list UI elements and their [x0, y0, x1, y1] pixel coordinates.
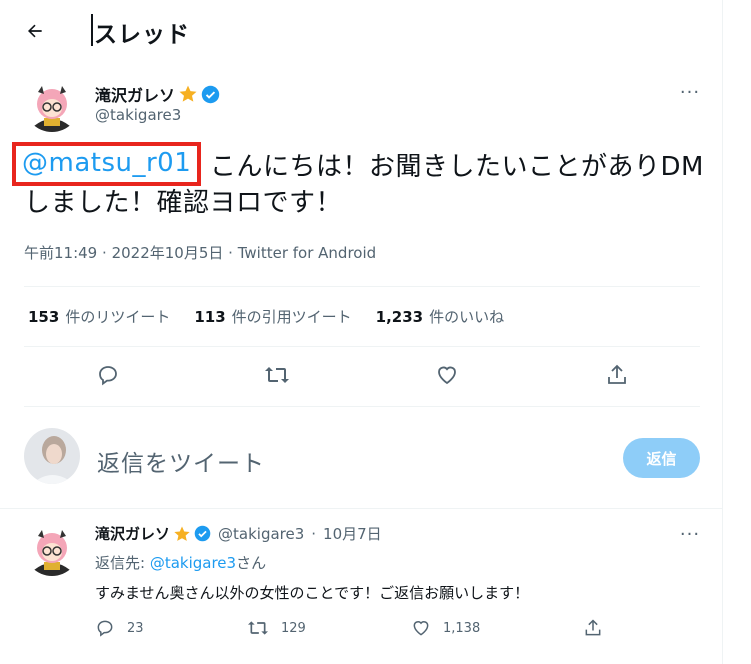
more-dots-icon: ··· [679, 81, 701, 103]
reply-author-name[interactable]: 滝沢ガレソ [95, 523, 170, 544]
divider [24, 286, 700, 287]
reply-submit-button[interactable]: 返信 [623, 438, 700, 478]
reply-text: すみません奥さん以外の女性のことです！ご返信お願いします！ [95, 584, 530, 602]
mention-link[interactable]: @matsu_r01 [22, 148, 191, 178]
author-name-line[interactable]: 滝沢ガレソ [95, 82, 220, 106]
retweets-stat[interactable]: 153 件のリツイート [28, 306, 170, 327]
share-button[interactable] [602, 360, 632, 390]
back-arrow-icon [28, 24, 42, 38]
likes-stat[interactable]: 1,233 件のいいね [376, 306, 504, 327]
reply-button[interactable] [93, 360, 123, 390]
reply-count: 23 [127, 620, 144, 636]
heart-icon [413, 621, 429, 636]
reply-input[interactable]: 返信をツイート [97, 444, 265, 478]
tweet-meta: 午前11:49 · 2022年10月5日 · Twitter for Andro… [24, 244, 377, 262]
more-options-button[interactable]: ··· [675, 81, 705, 103]
divider [0, 508, 723, 509]
reply-like-button[interactable]: 1,138 [411, 618, 480, 638]
reply-more-options-button[interactable]: ··· [675, 523, 705, 545]
more-dots-icon: ··· [679, 523, 701, 545]
tweet-time-link[interactable]: 午前11:49 · 2022年10月5日 [24, 244, 223, 262]
retweet-icon [265, 367, 289, 383]
like-count: 1,138 [443, 620, 481, 636]
share-icon [608, 364, 626, 384]
reply-author-avatar[interactable] [24, 520, 80, 576]
author-name: 滝沢ガレソ [95, 86, 176, 105]
star-emoji-icon [174, 526, 190, 541]
current-user-avatar[interactable] [24, 428, 80, 484]
retweet-icon [248, 621, 268, 635]
like-button[interactable] [432, 360, 462, 390]
reply-reply-button[interactable]: 23 [95, 618, 144, 638]
verified-badge-icon [194, 525, 211, 542]
highlight-box: @matsu_r01 [12, 142, 202, 186]
reply-icon [97, 620, 113, 637]
back-button[interactable] [18, 14, 52, 48]
anime-avatar-icon [24, 520, 80, 576]
tweet-actions [0, 360, 723, 394]
divider [24, 346, 700, 347]
reply-share-button[interactable] [583, 618, 603, 638]
replying-to: 返信先: @takigare3さん [95, 554, 267, 572]
tweet-source-link[interactable]: Twitter for Android [238, 244, 376, 262]
replying-to-mention[interactable]: @takigare3 [150, 554, 236, 572]
reply-author-line: 滝沢ガレソ @takigare3 · 10月7日 [95, 523, 382, 544]
thread-page: スレッド 滝沢ガレソ @takigare3 ··· @matsu_r01 こんに… [0, 0, 723, 664]
reply-icon [99, 366, 117, 386]
author-handle[interactable]: @takigare3 [95, 106, 181, 124]
reply-date[interactable]: 10月7日 [323, 523, 382, 544]
tweet-stats: 153 件のリツイート 113 件の引用ツイート 1,233 件のいいね [28, 306, 504, 327]
quotes-stat[interactable]: 113 件の引用ツイート [194, 306, 351, 327]
reply-actions: 23 129 1,138 [95, 618, 615, 640]
header: スレッド [0, 0, 723, 62]
user-photo-icon [24, 428, 80, 484]
anime-avatar-icon [24, 76, 80, 132]
divider [24, 406, 700, 407]
share-icon [585, 619, 601, 636]
reply-retweet-button[interactable]: 129 [247, 618, 306, 638]
retweet-button[interactable] [262, 360, 292, 390]
star-emoji-icon [179, 85, 197, 102]
retweet-count: 129 [281, 620, 306, 636]
text-cursor [91, 14, 93, 46]
tweet-text: @matsu_r01 こんにちは！お聞きしたいことがありDMしました！確認ヨロで… [12, 142, 714, 220]
page-title: スレッド [94, 22, 190, 48]
verified-badge-icon [201, 85, 220, 103]
reply-author-handle[interactable]: @takigare3 [218, 525, 304, 543]
heart-icon [438, 366, 456, 385]
author-avatar[interactable] [24, 76, 80, 132]
dot-separator: · [311, 524, 317, 543]
